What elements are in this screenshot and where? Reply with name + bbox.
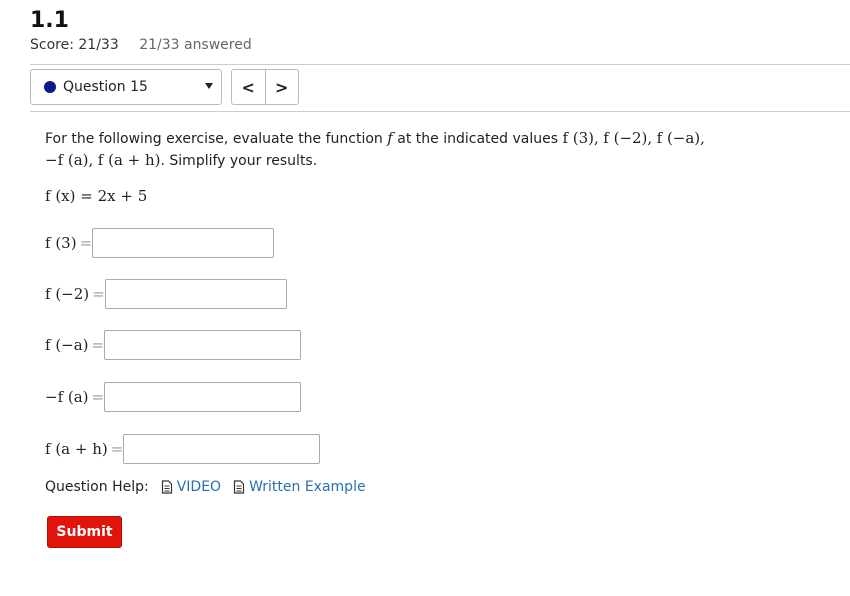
answer-row-f-neg2: f (−2) = — [45, 279, 287, 309]
written-example-link[interactable]: Written Example — [233, 479, 366, 495]
answer-label: −f (a) — [45, 388, 89, 406]
answer-label: f (a + h) — [45, 440, 108, 458]
question-select[interactable]: Question 15 — [30, 69, 222, 105]
assignment-title: 1.1 — [30, 8, 69, 33]
answer-label: f (3) — [45, 234, 77, 252]
answer-input-f3[interactable] — [92, 228, 275, 258]
answer-input-neg-f-a[interactable] — [104, 382, 302, 412]
answer-input-f-neg2[interactable] — [104, 279, 287, 309]
prev-question-button[interactable]: < — [232, 70, 265, 104]
video-link[interactable]: VIDEO — [161, 479, 221, 495]
divider-bottom — [30, 111, 850, 112]
question-prompt: For the following exercise, evaluate the… — [45, 129, 705, 169]
question-status-dot-icon — [44, 81, 56, 93]
answer-label: f (−a) — [45, 336, 89, 354]
answer-input-f-neg-a[interactable] — [104, 330, 302, 360]
question-nav: < > — [231, 69, 299, 105]
question-help-label: Question Help: — [45, 479, 149, 495]
document-icon — [233, 480, 245, 494]
score-line: Score: 21/33 21/33 answered — [30, 37, 252, 53]
answer-input-f-a-plus-h[interactable] — [123, 434, 321, 464]
answer-row-f3: f (3) = — [45, 228, 275, 258]
caret-down-icon — [205, 83, 213, 89]
answer-row-neg-f-a: −f (a) = — [45, 382, 302, 412]
next-question-button[interactable]: > — [264, 70, 299, 104]
answered-count: 21/33 answered — [139, 37, 252, 53]
question-select-value: Question 15 — [63, 79, 148, 95]
function-definition: f (x) = 2x + 5 — [45, 187, 148, 205]
score-text: Score: 21/33 — [30, 37, 119, 53]
answer-row-f-neg-a: f (−a) = — [45, 330, 302, 360]
answer-label: f (−2) — [45, 285, 90, 303]
answer-row-f-a-plus-h: f (a + h) = — [45, 434, 321, 464]
question-help: Question Help: VIDEO Written Example — [45, 479, 366, 495]
submit-button[interactable]: Submit — [47, 516, 122, 548]
document-icon — [161, 480, 172, 494]
divider-top — [30, 64, 850, 65]
